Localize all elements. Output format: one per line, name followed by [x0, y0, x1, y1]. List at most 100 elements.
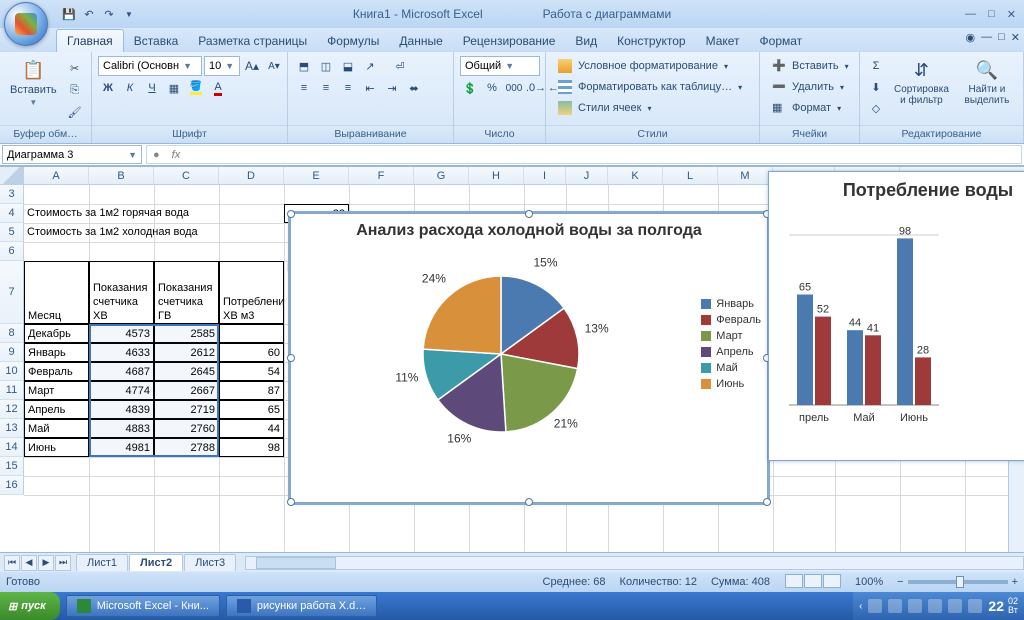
percent-icon[interactable]: %	[482, 78, 502, 98]
fx-cancel-icon[interactable]: ●	[147, 149, 166, 161]
close-button[interactable]: ✕	[1003, 8, 1020, 21]
col-header[interactable]: L	[663, 167, 718, 184]
col-header[interactable]: I	[524, 167, 566, 184]
align-center-icon[interactable]: ≡	[316, 78, 336, 98]
cell[interactable]: 4839	[89, 400, 154, 419]
doc-minimize-icon[interactable]: —	[981, 31, 992, 44]
cell[interactable]	[219, 324, 284, 343]
col-header[interactable]: J	[566, 167, 608, 184]
italic-button[interactable]: К	[120, 78, 140, 98]
find-select-button[interactable]: 🔍 Найти и выделить	[957, 56, 1017, 108]
tray-icon[interactable]	[868, 599, 882, 613]
align-middle-icon[interactable]: ◫	[316, 56, 336, 76]
row-header[interactable]: 14	[0, 438, 24, 457]
row-header[interactable]: 8	[0, 324, 24, 343]
row-header[interactable]: 10	[0, 362, 24, 381]
col-header[interactable]: K	[608, 167, 663, 184]
font-name-combo[interactable]: Calibri (Основн▼	[98, 56, 202, 76]
help-icon[interactable]: ◉	[966, 31, 976, 44]
underline-button[interactable]: Ч	[142, 78, 162, 98]
cells-delete-button[interactable]: ➖Удалить▾	[766, 77, 850, 97]
tab-insert[interactable]: Вставка	[124, 30, 189, 52]
name-box[interactable]: Диаграмма 3 ▼	[2, 145, 142, 164]
qat-dropdown-icon[interactable]: ▼	[120, 5, 138, 23]
cut-icon[interactable]: ✂	[65, 58, 85, 78]
cell[interactable]: 4573	[89, 324, 154, 343]
cell[interactable]: 2788	[154, 438, 219, 457]
col-header[interactable]: E	[284, 167, 349, 184]
cell[interactable]: 98	[219, 438, 284, 457]
increase-font-icon[interactable]: A▴	[242, 56, 262, 76]
col-header[interactable]: F	[349, 167, 414, 184]
sheet-tab-3[interactable]: Лист3	[184, 554, 236, 571]
cell[interactable]: 4981	[89, 438, 154, 457]
sheet-tab-2[interactable]: Лист2	[129, 554, 183, 571]
row-header[interactable]: 4	[0, 204, 24, 223]
cell[interactable]: 2585	[154, 324, 219, 343]
align-left-icon[interactable]: ≡	[294, 78, 314, 98]
cell[interactable]: Январь	[24, 343, 89, 362]
tab-page-layout[interactable]: Разметка страницы	[188, 30, 317, 52]
cell[interactable]: 4883	[89, 419, 154, 438]
office-button[interactable]	[4, 2, 48, 46]
tab-data[interactable]: Данные	[389, 30, 452, 52]
cell[interactable]: Месяц	[24, 261, 89, 324]
cell[interactable]: Декабрь	[24, 324, 89, 343]
tray-icon[interactable]	[948, 599, 962, 613]
sheet-nav-last-icon[interactable]: ⏭	[55, 555, 71, 571]
currency-icon[interactable]: 💲	[460, 78, 480, 98]
cell[interactable]: Стоимость за 1м2 холодная вода	[24, 223, 284, 242]
cell[interactable]: Март	[24, 381, 89, 400]
increase-decimal-icon[interactable]: .0→	[526, 78, 546, 98]
row-header[interactable]: 15	[0, 457, 24, 476]
cell[interactable]: 54	[219, 362, 284, 381]
row-header[interactable]: 11	[0, 381, 24, 400]
restore-button[interactable]: □	[984, 8, 999, 21]
fill-color-button[interactable]: 🪣	[186, 78, 206, 98]
cells-format-button[interactable]: ▦Формат▾	[766, 98, 847, 118]
chart-bar[interactable]: Потребление воды 6552прель4441Май9828Июн…	[768, 171, 1024, 461]
clear-icon[interactable]: ◇	[866, 98, 886, 118]
cell-styles-button[interactable]: Стили ячеек▾	[552, 98, 658, 118]
doc-restore-icon[interactable]: □	[998, 31, 1005, 44]
row-header[interactable]: 9	[0, 343, 24, 362]
bold-button[interactable]: Ж	[98, 78, 118, 98]
col-header[interactable]: D	[219, 167, 284, 184]
cell[interactable]: 2760	[154, 419, 219, 438]
orientation-icon[interactable]: ↗	[360, 56, 380, 76]
col-header[interactable]: A	[24, 167, 89, 184]
doc-close-icon[interactable]: ✕	[1011, 31, 1020, 44]
align-top-icon[interactable]: ⬒	[294, 56, 314, 76]
row-header[interactable]: 12	[0, 400, 24, 419]
cell[interactable]: Апрель	[24, 400, 89, 419]
align-bottom-icon[interactable]: ⬓	[338, 56, 358, 76]
sheet-tab-1[interactable]: Лист1	[76, 554, 128, 571]
chart-pie[interactable]: Анализ расхода холодной воды за полгода …	[290, 213, 768, 503]
horizontal-scrollbar[interactable]	[245, 556, 1024, 570]
tab-design[interactable]: Конструктор	[607, 30, 695, 52]
taskbar-item-word[interactable]: рисунки работа X.d…	[226, 595, 377, 617]
formula-input[interactable]: ● fx	[146, 145, 1022, 164]
format-as-table-button[interactable]: Форматировать как таблицу…▾	[552, 77, 748, 97]
save-icon[interactable]: 💾	[60, 5, 78, 23]
cell[interactable]: Февраль	[24, 362, 89, 381]
fill-icon[interactable]: ⬇	[866, 77, 886, 97]
tab-formulas[interactable]: Формулы	[317, 30, 389, 52]
row-header[interactable]: 7	[0, 261, 24, 324]
undo-icon[interactable]: ↶	[80, 5, 98, 23]
row-header[interactable]: 5	[0, 223, 24, 242]
cell[interactable]: 4633	[89, 343, 154, 362]
cell[interactable]: Показания счетчика ХВ	[89, 261, 154, 324]
tab-view[interactable]: Вид	[565, 30, 607, 52]
sheet-nav-first-icon[interactable]: ⏮	[4, 555, 20, 571]
comma-icon[interactable]: 000	[504, 78, 524, 98]
col-header[interactable]: B	[89, 167, 154, 184]
merge-center-button[interactable]: ⬌	[404, 78, 424, 98]
increase-indent-icon[interactable]: ⇥	[382, 78, 402, 98]
paste-button[interactable]: 📋 Вставить ▼	[6, 56, 61, 109]
row-header[interactable]: 16	[0, 476, 24, 495]
name-box-dropdown-icon[interactable]: ▼	[128, 150, 137, 160]
cell[interactable]: 4774	[89, 381, 154, 400]
tray-icon[interactable]	[888, 599, 902, 613]
tray-expand-icon[interactable]: ‹	[859, 601, 862, 612]
